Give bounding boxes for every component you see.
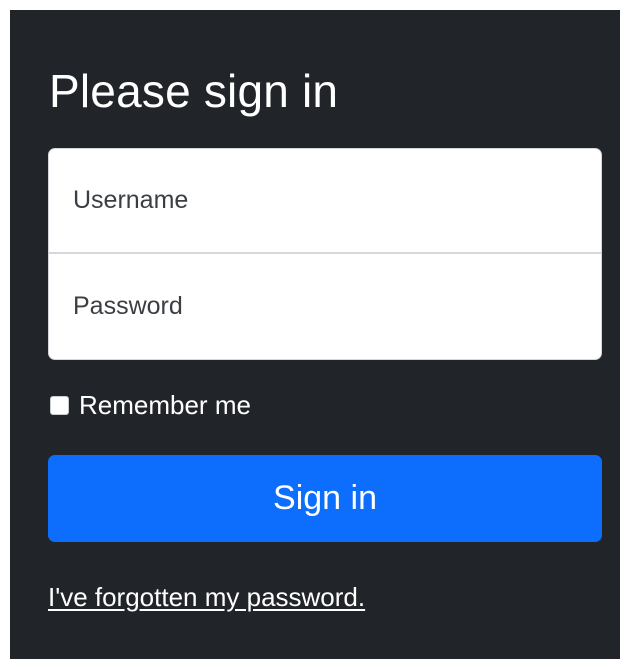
username-input[interactable] [48,148,602,254]
page-title: Please sign in [49,65,339,117]
remember-me-row[interactable]: Remember me [50,390,251,420]
credentials-group [48,148,602,360]
sign-in-button[interactable]: Sign in [48,455,602,542]
remember-me-checkbox[interactable] [50,395,69,415]
signin-panel: Please sign in Remember me Sign in I've … [10,10,620,659]
password-input[interactable] [48,254,602,360]
forgot-password-link[interactable]: I've forgotten my password. [48,582,365,612]
remember-me-label[interactable]: Remember me [79,390,251,420]
